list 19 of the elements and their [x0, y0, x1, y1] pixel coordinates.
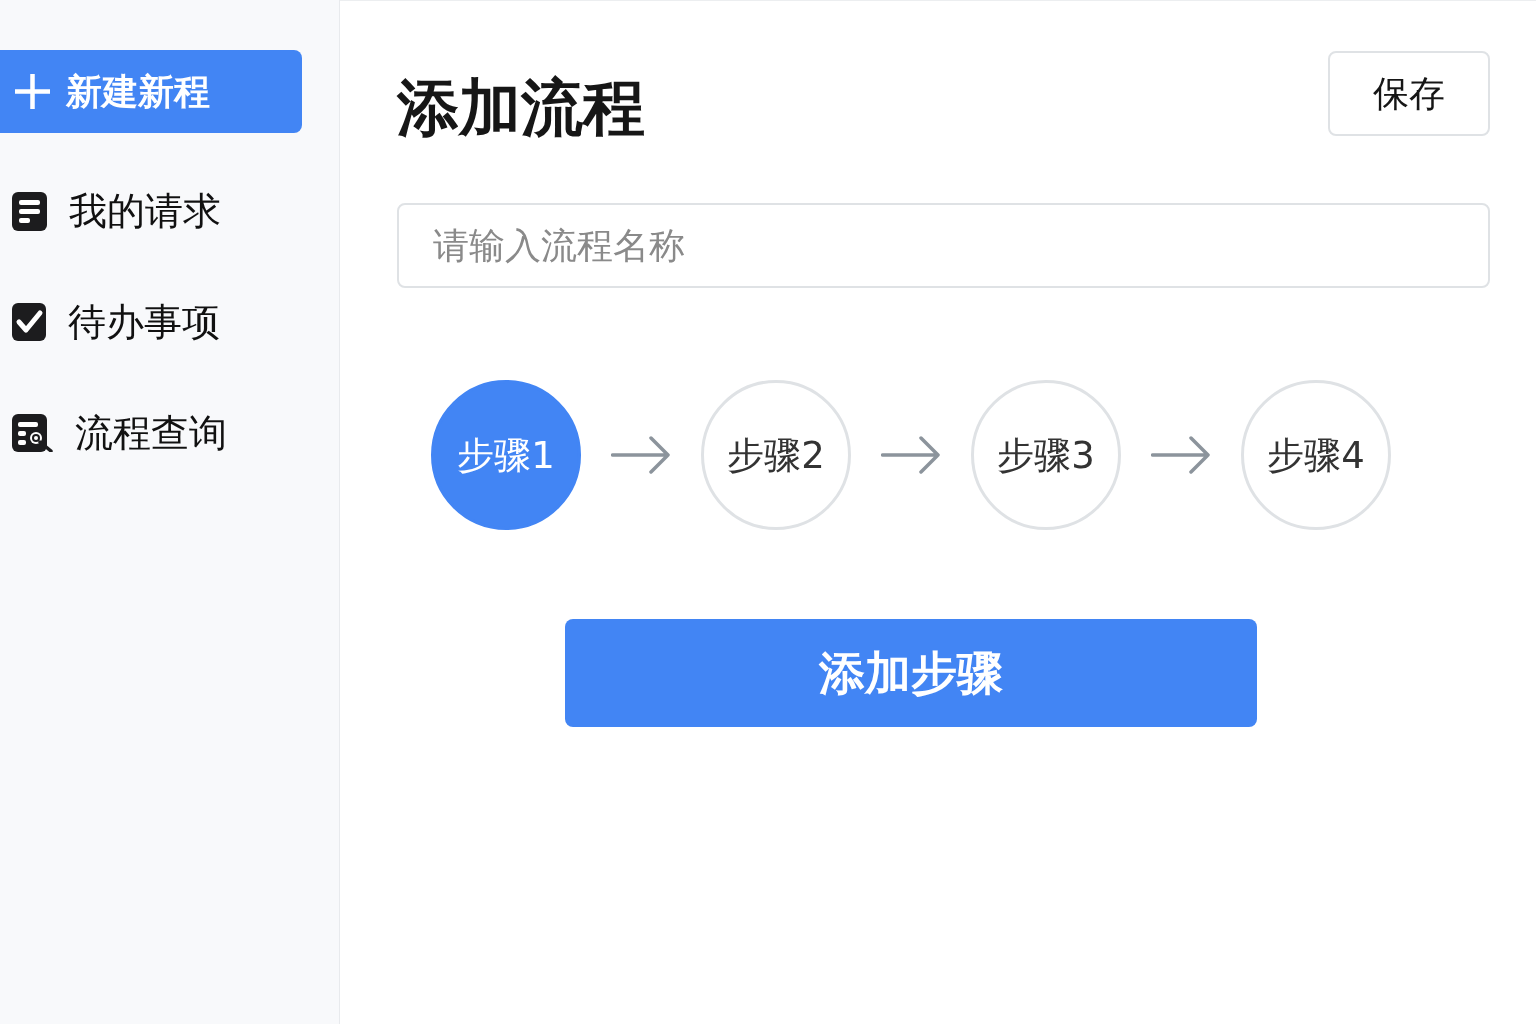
document-search-icon	[12, 414, 53, 452]
step-node[interactable]: 步骤4	[1241, 380, 1391, 530]
new-process-button[interactable]: 新建新程	[0, 50, 302, 133]
document-lines-icon	[12, 191, 47, 231]
step-node[interactable]: 步骤1	[431, 380, 581, 530]
save-button[interactable]: 保存	[1328, 51, 1490, 136]
arrow-right-icon	[611, 436, 671, 474]
page-title: 添加流程	[397, 77, 645, 139]
check-square-icon	[12, 303, 46, 341]
sidebar-item[interactable]: 待办事项	[0, 292, 339, 352]
plus-icon	[15, 74, 50, 109]
arrow-right-icon	[881, 436, 941, 474]
add-step-button[interactable]: 添加步骤	[565, 619, 1257, 727]
step-node[interactable]: 步骤2	[701, 380, 851, 530]
arrow-right-icon	[1151, 436, 1211, 474]
sidebar-item[interactable]: 流程查询	[0, 403, 339, 463]
step-node[interactable]: 步骤3	[971, 380, 1121, 530]
sidebar-item[interactable]: 我的请求	[0, 181, 339, 241]
process-name-field[interactable]: 请输入流程名称	[397, 203, 1490, 288]
